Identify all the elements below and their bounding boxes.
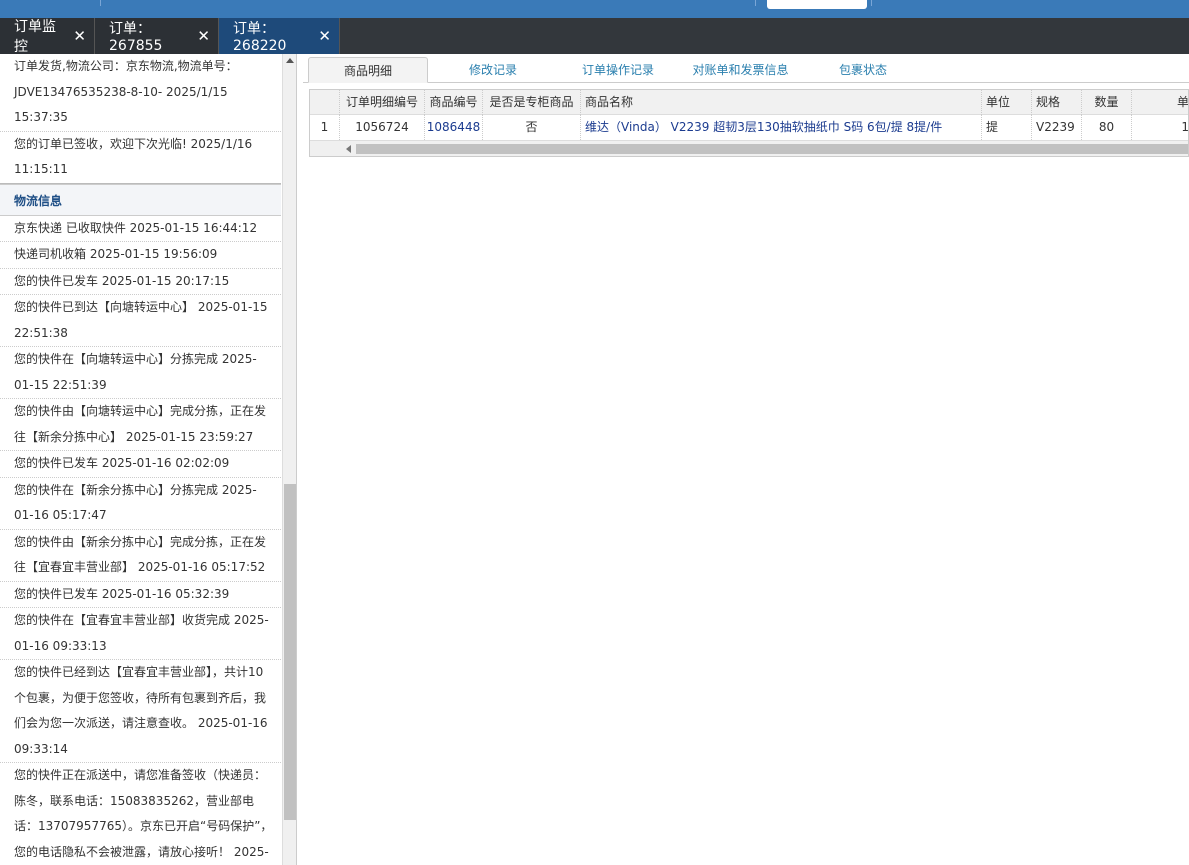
table-row[interactable]: 1 1056724 1086448 否 维达（Vinda） V2239 超韧3层… [310,115,1188,140]
grid-header-detail-id[interactable]: 订单明细编号 [340,90,425,115]
grid-cell-spec: V2239 [1032,115,1082,140]
logistics-entry: 您的快件由【向塘转运中心】完成分拣，正在发往【新余分拣中心】 2025-01-1… [0,399,281,451]
logistics-entry: 您的快件已经到达【宜春宜丰营业部】，共计10个包裹，为便于您签收，待所有包裹到齐… [0,660,281,763]
tab-order-268220[interactable]: 订单：268220 ✕ [219,18,340,54]
product-name-link[interactable]: 维达（Vinda） V2239 超韧3层130抽软抽纸巾 S码 6包/提 8提/… [581,115,982,140]
logistics-entry: 您的快件已发车 2025-01-16 05:32:39 [0,582,281,608]
tab-product-details[interactable]: 商品明细 [308,57,428,83]
logistics-section-title: 物流信息 [0,183,281,216]
tab-modification-history[interactable]: 修改记录 [433,57,553,83]
logistics-entry: 您的快件在【向塘转运中心】分拣完成 2025-01-15 22:51:39 [0,347,281,399]
tab-bar: 订单监控 ✕ 订单：267855 ✕ 订单：268220 ✕ [0,18,1189,55]
grid-header-spec[interactable]: 规格 [1032,90,1082,115]
grid-cell-index: 1 [310,115,340,140]
logistics-entry: 您的快件已发车 2025-01-16 02:02:09 [0,451,281,478]
grid-header-index [310,90,340,115]
tab-label: 订单监控 [14,19,56,55]
grid-header-counter[interactable]: 是否是专柜商品 [483,90,581,115]
order-status-entry: 订单发货,物流公司：京东物流,物流单号：JDVE13476535238-8-10… [0,54,281,132]
detail-panel: 商品明细 修改记录 订单操作记录 对账单和发票信息 包裹状态 订单明细编号 商品… [303,54,1189,865]
grid-header-extra[interactable]: 单 [1132,90,1188,115]
vertical-scrollbar[interactable] [282,54,296,865]
close-icon[interactable]: ✕ [73,27,86,45]
logistics-entry: 快递司机收箱 2025-01-15 19:56:09 [0,242,281,269]
logistics-entry: 您的快件在【新余分拣中心】分拣完成 2025-01-16 05:17:47 [0,478,281,530]
logistics-entry: 京东快递 已收取快件 2025-01-15 16:44:12 [0,216,281,242]
grid-cell-detail-id: 1056724 [340,115,425,140]
logistics-list: 京东快递 已收取快件 2025-01-15 16:44:12 快递司机收箱 202… [0,216,281,865]
scroll-left-arrow-icon[interactable] [346,145,351,153]
grid-cell-unit: 提 [982,115,1032,140]
horizontal-scrollbar[interactable] [310,140,1188,156]
logistics-entry: 您的快件已发车 2025-01-15 20:17:15 [0,269,281,295]
tab-package-status[interactable]: 包裹状态 [803,57,923,83]
logistics-entry: 您的快件由【新余分拣中心】完成分拣，正在发往【宜春宜丰营业部】 2025-01-… [0,530,281,582]
tab-label: 订单：267855 [109,21,163,54]
header-input[interactable] [767,0,867,9]
grid-cell-qty: 80 [1082,115,1132,140]
order-log-content: 订单发货,物流公司：京东物流,物流单号：JDVE13476535238-8-10… [0,54,281,865]
grid-cell-extra: 1 [1132,115,1188,140]
detail-tabs: 商品明细 修改记录 订单操作记录 对账单和发票信息 包裹状态 [303,54,1189,83]
order-log-panel: 订单发货,物流公司：京东物流,物流单号：JDVE13476535238-8-10… [0,54,297,865]
grid-header-qty[interactable]: 数量 [1082,90,1132,115]
tab-label: 订单：268220 [233,21,287,54]
grid-header-row: 订单明细编号 商品编号 是否是专柜商品 商品名称 单位 规格 数量 单 [310,90,1188,115]
product-grid: 订单明细编号 商品编号 是否是专柜商品 商品名称 单位 规格 数量 单 1 10… [309,89,1189,157]
grid-header-unit[interactable]: 单位 [982,90,1032,115]
tab-order-267855[interactable]: 订单：267855 ✕ [95,18,219,54]
tab-statement-invoice[interactable]: 对账单和发票信息 [683,57,798,83]
grid-cell-counter: 否 [483,115,581,140]
logistics-entry: 您的快件已到达【向塘转运中心】 2025-01-15 22:51:38 [0,295,281,347]
close-icon[interactable]: ✕ [197,27,210,45]
grid-header-product-id[interactable]: 商品编号 [425,90,483,115]
top-header-bar [0,0,1189,18]
grid-header-product-name[interactable]: 商品名称 [581,90,982,115]
order-status-entry: 您的订单已签收，欢迎下次光临! 2025/1/16 11:15:11 [0,132,281,184]
header-divider [871,0,872,6]
close-icon[interactable]: ✕ [318,27,331,45]
hscrollbar-thumb[interactable] [356,144,1188,154]
header-divider [100,0,101,6]
scrollbar-thumb[interactable] [284,484,296,820]
scroll-up-arrow-icon[interactable] [286,58,294,63]
logistics-entry: 您的快件在【宜春宜丰营业部】收货完成 2025-01-16 09:33:13 [0,608,281,660]
tab-order-operation-log[interactable]: 订单操作记录 [553,57,683,83]
product-id-link[interactable]: 1086448 [425,115,483,140]
header-divider [755,0,756,6]
tab-order-monitor[interactable]: 订单监控 ✕ [0,18,95,55]
logistics-entry: 您的快件正在派送中，请您准备签收（快递员：陈冬，联系电话：15083835262… [0,763,281,865]
